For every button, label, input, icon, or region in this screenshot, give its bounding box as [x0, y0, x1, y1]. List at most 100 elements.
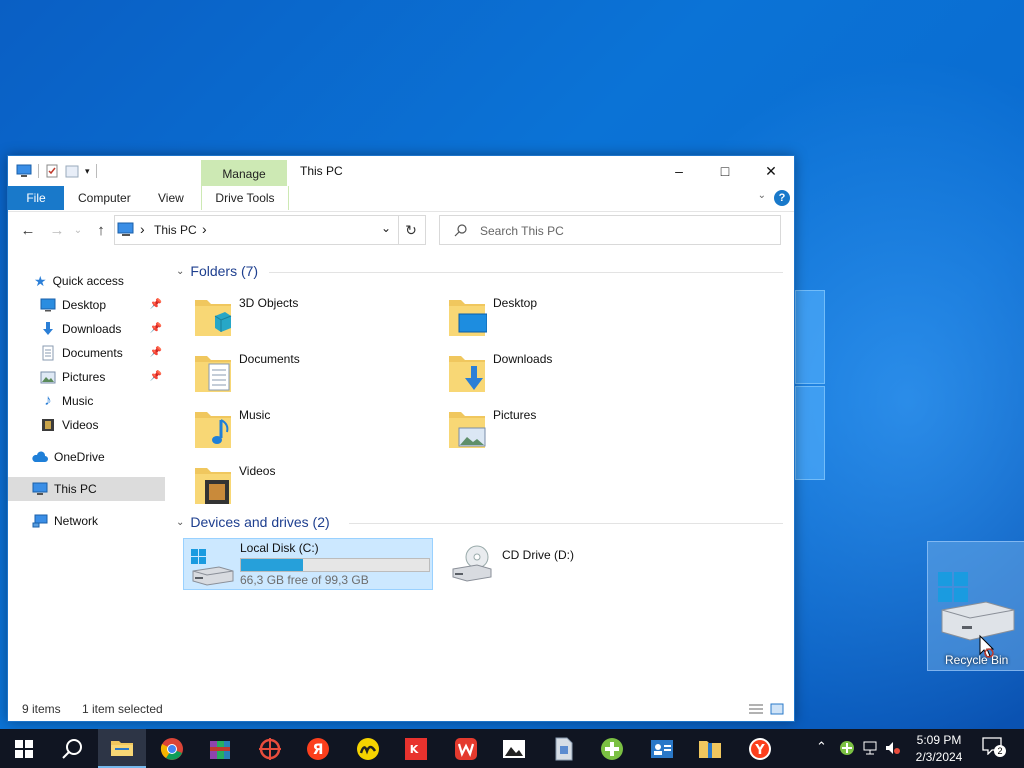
- close-button[interactable]: ✕: [748, 156, 794, 186]
- computer-icon: [16, 164, 32, 177]
- sidebar-item-quick-access[interactable]: ★ Quick access: [34, 270, 162, 292]
- pin-icon[interactable]: 📌: [150, 366, 162, 388]
- large-icons-view-icon[interactable]: [770, 703, 784, 715]
- folder-pictures[interactable]: Pictures: [447, 406, 697, 456]
- help-icon[interactable]: ?: [774, 190, 790, 206]
- sidebar-item-network[interactable]: Network: [32, 510, 162, 532]
- clock[interactable]: 5:09 PM 2/3/2024: [903, 732, 975, 766]
- taskbar-kaspersky[interactable]: K: [392, 729, 440, 768]
- show-hidden-icons-chevron-icon[interactable]: ⌃: [816, 739, 827, 755]
- details-view-icon[interactable]: [748, 703, 764, 715]
- title-bar[interactable]: ▾ Manage This PC – □ ✕: [8, 156, 794, 186]
- search-input[interactable]: Search This PC: [439, 215, 781, 245]
- taskbar-wps[interactable]: [442, 729, 490, 768]
- sidebar-item-label: Pictures: [62, 370, 106, 384]
- tab-view[interactable]: View: [158, 186, 184, 210]
- search-button[interactable]: [48, 729, 96, 768]
- drive-cd-d[interactable]: CD Drive (D:): [446, 538, 686, 588]
- ribbon-tabs: File Computer View Drive Tools ⌄ ?: [8, 186, 794, 212]
- taskbar-chrome[interactable]: [148, 729, 196, 768]
- drive-usage-fill: [241, 559, 304, 571]
- address-bar[interactable]: › This PC › ⌄: [114, 215, 399, 245]
- collapse-chevron-icon[interactable]: ⌄: [176, 266, 184, 277]
- sidebar-item-downloads[interactable]: Downloads 📌: [40, 318, 162, 340]
- folder-videos[interactable]: Videos: [193, 462, 443, 512]
- address-location[interactable]: This PC: [154, 223, 197, 237]
- forward-button[interactable]: →: [47, 221, 67, 241]
- sidebar-item-music[interactable]: ♪ Music: [40, 390, 162, 412]
- customize-toolbar-chevron-icon[interactable]: ▾: [85, 166, 90, 177]
- 3d-objects-folder-icon: [195, 300, 232, 336]
- sidebar-item-label: Documents: [62, 346, 123, 360]
- collapse-chevron-icon[interactable]: ⌄: [176, 517, 184, 528]
- address-dropdown-icon[interactable]: ⌄: [381, 221, 391, 235]
- start-button[interactable]: [0, 729, 48, 768]
- manage-contextual-tab[interactable]: Manage: [201, 160, 287, 186]
- sidebar-item-documents[interactable]: Documents 📌: [40, 342, 162, 364]
- up-button[interactable]: ↑: [91, 221, 111, 241]
- cd-drive-icon: [452, 545, 492, 582]
- folder-music[interactable]: Music: [193, 406, 443, 456]
- address-chevron-icon[interactable]: ›: [202, 221, 207, 237]
- folder-3d-objects[interactable]: 3D Objects: [193, 294, 443, 344]
- desktop-folder-icon: [449, 300, 488, 336]
- folders-group-header[interactable]: ⌄ Folders (7): [176, 263, 258, 279]
- maximize-button[interactable]: □: [702, 156, 748, 186]
- properties-icon[interactable]: [45, 163, 59, 179]
- folder-desktop[interactable]: Desktop: [447, 294, 697, 344]
- recent-locations-chevron-icon[interactable]: ⌄: [68, 221, 88, 241]
- tab-computer[interactable]: Computer: [78, 186, 131, 210]
- pin-icon[interactable]: 📌: [150, 318, 162, 340]
- back-button[interactable]: ←: [18, 221, 38, 241]
- divider: [349, 523, 783, 524]
- taskbar-file-app[interactable]: [540, 729, 588, 768]
- taskbar-photos[interactable]: [490, 729, 538, 768]
- sidebar-item-this-pc[interactable]: This PC: [8, 477, 165, 501]
- sidebar-item-label: Videos: [62, 418, 99, 432]
- taskbar-file-explorer[interactable]: [98, 729, 146, 768]
- contacts-app-icon: [651, 739, 673, 758]
- taskbar-contacts-app[interactable]: [638, 729, 686, 768]
- svg-text:K: K: [410, 743, 419, 756]
- new-folder-icon[interactable]: [65, 163, 79, 179]
- refresh-button[interactable]: ↻: [397, 215, 426, 245]
- volume-muted-icon[interactable]: [884, 740, 902, 756]
- minimize-button[interactable]: –: [656, 156, 702, 186]
- taskbar-yandex-browser[interactable]: Y: [736, 729, 784, 768]
- taskbar-winrar[interactable]: [196, 729, 244, 768]
- taskbar-plus-app[interactable]: [588, 729, 636, 768]
- pictures-icon: [40, 371, 56, 384]
- folder-label: Desktop: [493, 296, 538, 310]
- folder-documents[interactable]: Documents: [193, 350, 443, 400]
- search-placeholder: Search This PC: [480, 224, 564, 238]
- tab-drive-tools[interactable]: Drive Tools: [201, 186, 289, 210]
- documents-folder-icon: [195, 356, 231, 392]
- drive-local-disk-c[interactable]: Local Disk (C:) 66,3 GB free of 99,3 GB: [183, 538, 433, 590]
- taskbar-yandex[interactable]: Я: [294, 729, 342, 768]
- music-icon: ♪: [44, 392, 52, 409]
- devices-group-header[interactable]: ⌄ Devices and drives (2): [176, 514, 330, 530]
- sidebar-item-pictures[interactable]: Pictures 📌: [40, 366, 162, 388]
- pin-icon[interactable]: 📌: [150, 342, 162, 364]
- sidebar-item-videos[interactable]: Videos: [40, 414, 162, 436]
- windows-drive-icon: [191, 549, 234, 586]
- folder-downloads[interactable]: Downloads: [447, 350, 697, 400]
- expand-ribbon-chevron-icon[interactable]: ⌄: [758, 190, 766, 201]
- drive-label: CD Drive (D:): [502, 548, 574, 562]
- sidebar-item-onedrive[interactable]: OneDrive: [32, 446, 162, 468]
- taskbar: Я K Y ⌃ 5:09 PM 2/3/2024 2: [0, 729, 1024, 768]
- pin-icon[interactable]: 📌: [150, 294, 162, 316]
- action-center-button[interactable]: 2: [982, 737, 1006, 759]
- network-tray-icon[interactable]: [862, 740, 878, 756]
- taskbar-marketplace[interactable]: [344, 729, 392, 768]
- videos-folder-icon: [195, 468, 231, 504]
- desktop-recycle-bin[interactable]: Recycle Bin: [927, 541, 1024, 671]
- group-header-label: Devices and drives (2): [190, 514, 330, 530]
- taskbar-antivirus[interactable]: [246, 729, 294, 768]
- sidebar-item-desktop[interactable]: Desktop 📌: [40, 294, 162, 316]
- tab-file[interactable]: File: [8, 186, 64, 210]
- tray-plus-app-icon[interactable]: [839, 740, 855, 756]
- address-chevron-icon[interactable]: ›: [140, 221, 145, 237]
- taskbar-archive-folder[interactable]: [686, 729, 734, 768]
- yandex-browser-icon: Y: [749, 737, 771, 760]
